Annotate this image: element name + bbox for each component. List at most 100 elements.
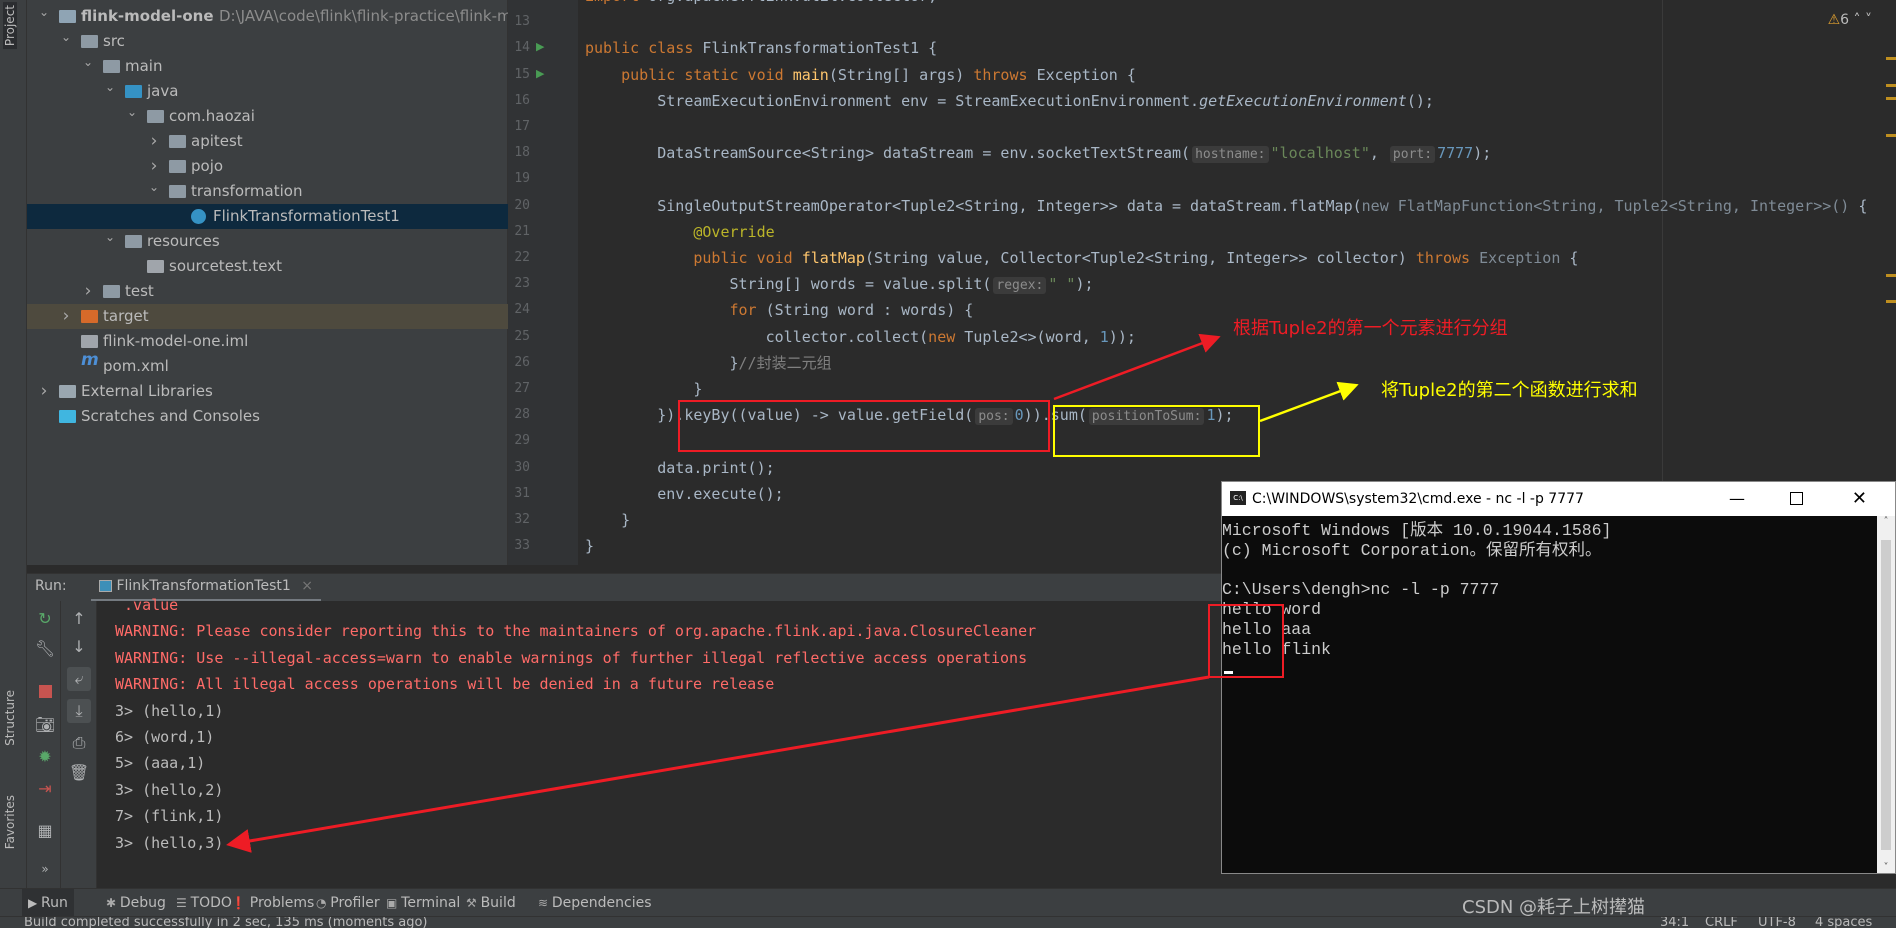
tool-tab-dependencies[interactable]: ≋ Dependencies xyxy=(532,889,658,917)
minimize-icon[interactable]: — xyxy=(1729,482,1745,516)
tree-item[interactable]: ⌄ transformation xyxy=(27,179,508,204)
code-line[interactable]: DataStreamSource<String> dataStream = en… xyxy=(585,140,1491,166)
tree-item[interactable]: sourcetest.text xyxy=(27,254,508,279)
tree-item[interactable]: ⌄ main xyxy=(27,54,508,79)
code-line[interactable]: data.print(); xyxy=(585,455,774,481)
code-line[interactable]: public static void main(String[] args) t… xyxy=(585,62,1136,88)
chevron-right-icon[interactable]: › xyxy=(59,304,73,329)
line-separator[interactable]: CRLF xyxy=(1705,917,1738,928)
tree-item[interactable]: › External Libraries xyxy=(27,379,508,404)
chevron-right-icon[interactable]: › xyxy=(81,279,95,304)
tool-tab-debug[interactable]: ✱ Debug xyxy=(100,889,172,917)
soft-wrap-icon[interactable]: ⤶ xyxy=(67,667,91,691)
tool-tab-terminal[interactable]: ▣ Terminal xyxy=(380,889,466,917)
code-line[interactable]: }//封装二元组 xyxy=(585,350,831,376)
structure-tool-tab[interactable]: Structure xyxy=(3,690,17,746)
scroll-to-end-icon[interactable]: ⤓ xyxy=(67,699,91,723)
chevron-down-icon[interactable]: ⌄ xyxy=(59,25,73,50)
indent-setting[interactable]: 4 spaces xyxy=(1815,917,1872,928)
line-number: 28 xyxy=(514,407,530,423)
run-gutter-icon[interactable]: ▶ xyxy=(536,40,544,53)
tree-item[interactable]: › test xyxy=(27,279,508,304)
code-line[interactable]: @Override xyxy=(585,219,774,245)
chevron-down-icon[interactable]: ⌄ xyxy=(147,175,161,200)
tree-item[interactable]: Scratches and Consoles xyxy=(27,404,508,429)
debug-restart-icon[interactable]: ✹ xyxy=(33,745,57,769)
arrow-down-icon[interactable]: ↓ xyxy=(67,635,91,659)
code-line[interactable]: String[] words = value.split(regex: " "); xyxy=(585,271,1094,297)
close-icon[interactable]: ✕ xyxy=(1852,482,1867,516)
tree-item[interactable]: m pom.xml xyxy=(27,350,508,379)
run-toolbar-secondary: ↑ ↓ ⤶ ⤓ ⎙ 🗑︎ xyxy=(61,601,97,888)
tree-item[interactable]: ⌄ com.haozai xyxy=(27,104,508,129)
code-line[interactable]: }).keyBy((value) -> value.getField(pos: 0… xyxy=(585,402,1234,428)
cmd-window[interactable]: C:\ C:\WINDOWS\system32\cmd.exe - nc -l … xyxy=(1221,481,1896,874)
tool-tab-run[interactable]: ▶ Run xyxy=(22,889,74,917)
tree-item[interactable]: flink-model-one.iml xyxy=(27,329,508,354)
code-token: public static void xyxy=(585,65,793,84)
code-line[interactable]: public class FlinkTransformationTest1 { xyxy=(585,35,937,61)
code-line[interactable]: } xyxy=(585,533,594,559)
stop-icon[interactable] xyxy=(33,681,57,705)
line-number: 19 xyxy=(514,171,530,187)
tool-tab-build[interactable]: ⚒ Build xyxy=(460,889,522,917)
tree-item[interactable]: FlinkTransformationTest1 xyxy=(27,204,508,229)
tree-item[interactable]: ⌄ java xyxy=(27,79,508,104)
project-tool-tab[interactable]: Project xyxy=(3,2,17,50)
exit-icon[interactable]: ⇥ xyxy=(33,777,57,801)
cmd-scrollbar[interactable]: ˄ ˅ xyxy=(1877,516,1895,873)
status-message[interactable]: Build completed successfully in 2 sec, 1… xyxy=(24,917,428,928)
chevron-down-icon[interactable]: ⌄ xyxy=(103,225,117,250)
cmd-output[interactable]: Microsoft Windows [版本 10.0.19044.1586] (c… xyxy=(1222,516,1877,873)
line-number: 17 xyxy=(514,119,530,134)
close-tab-icon[interactable]: × xyxy=(301,578,313,594)
print-icon[interactable]: ⎙ xyxy=(67,731,91,755)
code-line[interactable]: StreamExecutionEnvironment env = StreamE… xyxy=(585,88,1434,114)
caret-position[interactable]: 34:1 xyxy=(1660,917,1689,928)
chevron-down-icon[interactable]: ⌄ xyxy=(125,100,139,125)
inspection-widget[interactable]: ⚠6 ˄ ˅ xyxy=(1828,12,1872,28)
tree-item[interactable]: › pojo xyxy=(27,154,508,179)
chevron-down-icon[interactable]: ˅ xyxy=(1865,12,1872,28)
tree-item[interactable]: › target xyxy=(27,304,508,329)
file-encoding[interactable]: UTF-8 xyxy=(1758,917,1796,928)
more-icon[interactable]: » xyxy=(33,857,57,881)
chevron-down-icon[interactable]: ⌄ xyxy=(37,0,51,25)
code-line[interactable]: collector.collect(new Tuple2<>(word, 1))… xyxy=(585,324,1136,350)
folder-icon xyxy=(103,285,120,298)
code-line[interactable]: import org.apache.flink.util.Collector; xyxy=(585,0,937,9)
code-token: Tuple2<>(word, xyxy=(964,327,1100,346)
arrow-up-icon[interactable]: ↑ xyxy=(67,607,91,631)
tree-item[interactable]: › apitest xyxy=(27,129,508,154)
tree-item[interactable]: ⌄ flink-model-one D:\JAVA\code\flink\flink… xyxy=(27,4,512,29)
cmd-title-bar[interactable]: C:\ C:\WINDOWS\system32\cmd.exe - nc -l … xyxy=(1222,482,1895,516)
rerun-icon[interactable]: ↻ xyxy=(33,607,57,631)
code-line[interactable]: for (String word : words) { xyxy=(585,297,973,323)
chevron-up-icon[interactable]: ˄ xyxy=(1854,12,1861,28)
code-line[interactable]: env.execute(); xyxy=(585,481,783,507)
chevron-right-icon[interactable]: › xyxy=(37,379,51,404)
code-token: SingleOutputStreamOperator<Tuple2<String… xyxy=(585,196,1362,215)
wrench-icon[interactable]: 🔧︎ xyxy=(33,637,57,661)
favorites-tool-tab[interactable]: Favorites xyxy=(3,795,17,849)
parameter-hint: hostname: xyxy=(1192,146,1269,164)
layout-icon[interactable]: ▦ xyxy=(33,819,57,843)
chevron-down-icon[interactable]: ⌄ xyxy=(81,50,95,75)
tool-tab-profiler[interactable]: ◔ Profiler xyxy=(310,889,386,917)
camera-icon[interactable]: 📷︎ xyxy=(33,713,57,737)
chevron-down-icon[interactable]: ⌄ xyxy=(103,75,117,100)
code-line[interactable]: public void flatMap(String value, Collec… xyxy=(585,245,1578,271)
tree-item-label: Scratches and Consoles xyxy=(81,407,260,425)
code-line[interactable]: SingleOutputStreamOperator<Tuple2<String… xyxy=(585,193,1867,219)
tool-tab-problems[interactable]: ❗ Problems xyxy=(225,889,320,917)
code-line[interactable]: } xyxy=(585,376,702,402)
maximize-icon[interactable] xyxy=(1790,492,1803,505)
console-line: .value xyxy=(115,596,179,614)
chevron-right-icon[interactable]: › xyxy=(147,129,161,154)
code-line[interactable]: } xyxy=(585,507,630,533)
code-token: collector.collect( xyxy=(585,327,929,346)
tree-item[interactable]: ⌄ src xyxy=(27,29,508,54)
run-gutter-icon[interactable]: ▶ xyxy=(536,67,544,80)
tree-item[interactable]: ⌄ resources xyxy=(27,229,508,254)
trash-icon[interactable]: 🗑︎ xyxy=(67,761,91,785)
